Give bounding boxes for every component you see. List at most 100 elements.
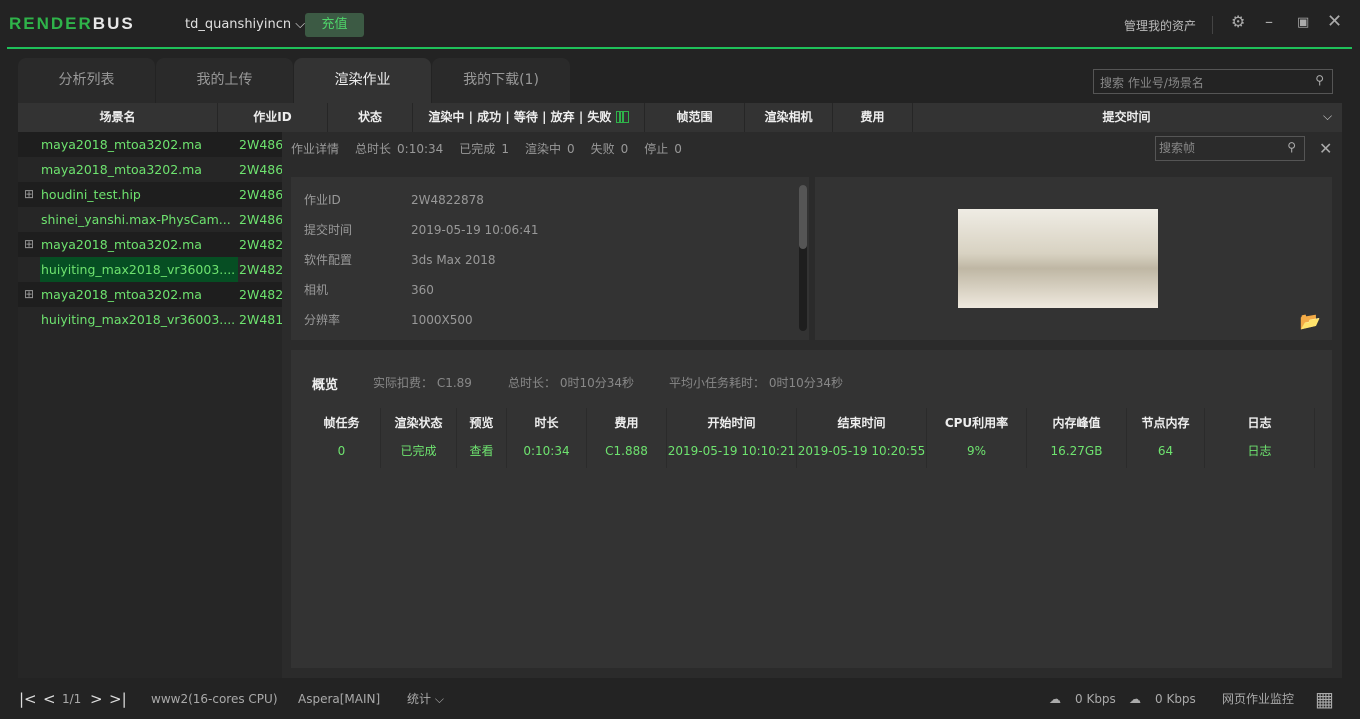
col-progress-label: 渲染中 | 成功 | 等待 | 放弃 | 失败 bbox=[428, 110, 612, 124]
job-list: maya2018_mtoa3202.ma2W4862maya2018_mtoa3… bbox=[18, 132, 282, 678]
frame-cell: 64 bbox=[1157, 444, 1174, 458]
folder-icon[interactable]: 📂 bbox=[1300, 312, 1321, 332]
scene-name: maya2018_mtoa3202.ma bbox=[41, 287, 202, 302]
tab-download[interactable]: 我的下载(1) bbox=[432, 58, 570, 103]
info-value: 3ds Max 2018 bbox=[411, 253, 496, 267]
expand-icon[interactable]: ⊞ bbox=[18, 182, 40, 207]
aspera-info[interactable]: Aspera[MAIN] bbox=[298, 680, 380, 719]
gear-icon[interactable]: ⚙ bbox=[1231, 12, 1245, 31]
chart-icon[interactable] bbox=[615, 111, 629, 123]
table-row[interactable]: huiyiting_max2018_vr36003....2W4822 bbox=[18, 257, 282, 282]
job-id: 2W4818 bbox=[239, 312, 282, 327]
manage-assets-link[interactable]: 管理我的资产 bbox=[1124, 17, 1196, 34]
chevron-down-icon[interactable]: ⌵ bbox=[1323, 109, 1332, 124]
prev-page-icon[interactable]: < bbox=[43, 680, 56, 719]
divider bbox=[1212, 16, 1213, 34]
search-placeholder: 搜索 作业号/场景名 bbox=[1100, 76, 1204, 90]
frame-col-header: 费用 bbox=[614, 416, 639, 430]
table-row[interactable]: huiyiting_max2018_vr36003....2W4818 bbox=[18, 307, 282, 332]
expand-icon[interactable]: ⊞ bbox=[18, 282, 40, 307]
header-divider bbox=[7, 47, 1352, 49]
scene-name: maya2018_mtoa3202.ma bbox=[41, 162, 202, 177]
scene-name: huiyiting_max2018_vr36003.... bbox=[40, 257, 238, 282]
stat-value: 0:10:34 bbox=[397, 142, 444, 156]
frame-cell: 2019-05-19 10:20:55 bbox=[797, 444, 926, 458]
job-info-card: 作业ID 2W4822878 提交时间 2019-05-19 10:06:41 软件配置… bbox=[291, 177, 809, 340]
frame-col-header: 内存峰值 bbox=[1052, 416, 1101, 430]
col-submit-time[interactable]: 提交时间 bbox=[913, 103, 1340, 132]
table-row[interactable]: shinei_yanshi.max-PhysCam... 2W4860 bbox=[18, 207, 282, 232]
frame-cell: 0:10:34 bbox=[523, 444, 570, 458]
close-detail-icon[interactable]: ✕ bbox=[1319, 139, 1332, 158]
col-fee[interactable]: 费用 bbox=[833, 103, 913, 132]
scrollbar[interactable] bbox=[799, 185, 807, 331]
overview-card: 概览 实际扣费： C1.89 总时长： 0时10分34秒 平均小任务耗时： 0时10分… bbox=[291, 350, 1332, 668]
render-thumbnail[interactable] bbox=[958, 209, 1158, 308]
stats-dropdown[interactable]: 统计 ⌵ bbox=[407, 680, 444, 719]
col-job-id[interactable]: 作业ID bbox=[218, 103, 328, 132]
job-id: 2W4822 bbox=[239, 287, 282, 302]
col-camera[interactable]: 渲染相机 bbox=[745, 103, 833, 132]
tab-render-jobs[interactable]: 渲染作业 bbox=[294, 58, 431, 103]
frame-search-input[interactable]: 搜索帧 ⚲ bbox=[1155, 136, 1305, 161]
table-row[interactable]: ⊞houdini_test.hip 2W4861 bbox=[18, 182, 282, 207]
stat-item: 停止 0 bbox=[644, 132, 682, 167]
expand-icon[interactable]: ⊞ bbox=[18, 232, 40, 257]
table-row[interactable]: ⊞maya2018_mtoa3202.ma 2W4822 bbox=[18, 282, 282, 307]
maximize-icon[interactable]: ▣ bbox=[1297, 15, 1309, 30]
last-page-icon[interactable]: >| bbox=[109, 680, 127, 719]
next-page-icon[interactable]: > bbox=[90, 680, 103, 719]
col-scene[interactable]: 场景名 bbox=[18, 103, 218, 132]
job-id: 2W4862 bbox=[239, 137, 282, 152]
frame-col-header: 开始时间 bbox=[707, 416, 756, 430]
stats-label: 统计 bbox=[407, 692, 432, 706]
frame-col-header: 结束时间 bbox=[837, 416, 886, 430]
search-icon[interactable]: ⚲ bbox=[1315, 73, 1324, 87]
frame-cell: 0 bbox=[337, 444, 346, 458]
job-id: 2W4861 bbox=[239, 162, 282, 177]
search-icon[interactable]: ⚲ bbox=[1287, 140, 1296, 155]
chevron-down-icon: ⌵ bbox=[434, 692, 444, 706]
server-info[interactable]: www2(16-cores CPU) bbox=[151, 680, 278, 719]
table-row[interactable]: maya2018_mtoa3202.ma 2W4861 bbox=[18, 157, 282, 182]
job-id: 2W4823 bbox=[239, 237, 282, 252]
user-dropdown[interactable]: td_quanshiyincn ⌵ bbox=[185, 17, 305, 32]
job-id: 2W4860 bbox=[239, 212, 282, 227]
col-progress[interactable]: 渲染中 | 成功 | 等待 | 放弃 | 失败 bbox=[413, 103, 645, 132]
frame-cell[interactable]: 日志 bbox=[1205, 438, 1314, 468]
stat-label: 渲染中 bbox=[524, 142, 561, 156]
tab-upload[interactable]: 我的上传 bbox=[156, 58, 293, 103]
qrcode-icon[interactable]: ▦ bbox=[1315, 680, 1334, 719]
scene-name: houdini_test.hip bbox=[41, 187, 141, 202]
info-label: 相机 bbox=[304, 283, 329, 297]
minimize-icon[interactable]: – bbox=[1265, 12, 1273, 31]
stat-value: 0 bbox=[674, 142, 682, 156]
job-search-input[interactable]: 搜索 作业号/场景名 ⚲ bbox=[1093, 69, 1333, 94]
recharge-button[interactable]: 充值 bbox=[305, 13, 364, 37]
first-page-icon[interactable]: |< bbox=[19, 680, 37, 719]
username: td_quanshiyincn bbox=[185, 17, 292, 32]
scene-name: maya2018_mtoa3202.ma bbox=[41, 137, 202, 152]
stat-item: 总时长 0:10:34 bbox=[355, 132, 443, 167]
renderbus-logo: RENDERBUS bbox=[9, 14, 135, 33]
overview-title: 概览 bbox=[312, 378, 339, 393]
tab-analysis[interactable]: 分析列表 bbox=[18, 58, 155, 103]
stat-label: 已完成 bbox=[459, 142, 496, 156]
stat-item: 已完成 1 bbox=[459, 132, 509, 167]
frame-cell[interactable]: 查看 bbox=[457, 438, 506, 468]
col-status[interactable]: 状态 bbox=[328, 103, 413, 132]
table-row[interactable]: ⊞maya2018_mtoa3202.ma 2W4823 bbox=[18, 232, 282, 257]
col-frame-range[interactable]: 帧范围 bbox=[645, 103, 745, 132]
avg-task-time: 平均小任务耗时： 0时10分34秒 bbox=[669, 376, 843, 390]
frame-cell: 已完成 bbox=[400, 444, 437, 458]
frame-table: 帧任务 0 渲染状态 已完成 预览 查看 时长 0:10:34 费用 C1.888 开始时间 2019… bbox=[303, 408, 1315, 468]
frame-col-header: 渲染状态 bbox=[394, 416, 443, 430]
web-monitor-link[interactable]: 网页作业监控 bbox=[1222, 680, 1294, 719]
table-row[interactable]: maya2018_mtoa3202.ma 2W4862 bbox=[18, 132, 282, 157]
frame-col-header: 帧任务 bbox=[323, 416, 360, 430]
close-icon[interactable]: ✕ bbox=[1327, 11, 1342, 32]
frame-col-header: CPU利用率 bbox=[944, 416, 1009, 430]
